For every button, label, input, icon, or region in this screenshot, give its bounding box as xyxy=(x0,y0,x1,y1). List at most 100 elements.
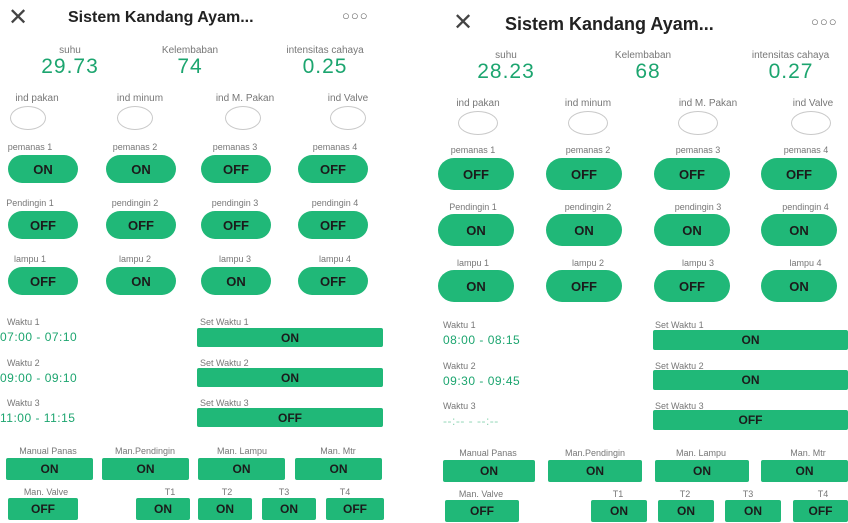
lampu-label: lampu 2 xyxy=(118,254,152,264)
set-waktu-1-toggle[interactable]: ON xyxy=(197,328,383,347)
pemanas-label: pemanas 1 xyxy=(7,142,53,152)
manual-label: Man. Lampu xyxy=(675,448,727,458)
pemanas-label: pemanas 3 xyxy=(675,145,721,155)
pemanas-1-toggle[interactable]: OFF xyxy=(438,158,514,190)
manual-panas-button[interactable]: ON xyxy=(443,460,535,482)
set-waktu-3-label: Set Waktu 3 xyxy=(200,398,249,408)
lampu-1-toggle[interactable]: ON xyxy=(438,270,514,302)
lampu-2-toggle[interactable]: ON xyxy=(106,267,176,295)
bottom-label: Man. Valve xyxy=(458,489,504,499)
pendingin-label: Pendingin 1 xyxy=(449,202,497,212)
indicator-label: ind pakan xyxy=(15,93,59,104)
sensor-value-intensitas: 0.27 xyxy=(768,60,814,83)
waktu-3-value[interactable]: --:-- - --:-- xyxy=(443,414,499,428)
manual-motor-button[interactable]: ON xyxy=(295,458,382,480)
waktu-2-value[interactable]: 09:30 - 09:45 xyxy=(443,374,520,388)
more-dots-icon[interactable]: ○○○ xyxy=(811,14,838,29)
t4-button[interactable]: OFF xyxy=(793,500,848,522)
waktu-2-label: Waktu 2 xyxy=(443,361,476,371)
set-waktu-2-toggle[interactable]: ON xyxy=(197,368,383,387)
pendingin-1-toggle[interactable]: OFF xyxy=(8,211,78,239)
t2-button[interactable]: ON xyxy=(198,498,252,520)
waktu-3-value[interactable]: 11:00 - 11:15 xyxy=(0,411,75,425)
manual-lampu-button[interactable]: ON xyxy=(655,460,749,482)
bottom-label: Man. Valve xyxy=(23,487,69,497)
indicator-label: ind Valve xyxy=(327,93,369,104)
close-icon[interactable]: ✕ xyxy=(8,3,28,31)
lampu-label: lampu 2 xyxy=(571,258,605,268)
pemanas-label: pemanas 4 xyxy=(783,145,829,155)
pemanas-label: pemanas 1 xyxy=(450,145,496,155)
pemanas-2-toggle[interactable]: OFF xyxy=(546,158,622,190)
waktu-1-label: Waktu 1 xyxy=(443,320,476,330)
manual-pendingin-button[interactable]: ON xyxy=(102,458,189,480)
set-waktu-3-toggle[interactable]: OFF xyxy=(197,408,383,427)
lampu-label: lampu 4 xyxy=(318,254,352,264)
t2-button[interactable]: ON xyxy=(658,500,714,522)
pendingin-3-toggle[interactable]: OFF xyxy=(201,211,271,239)
pendingin-1-toggle[interactable]: ON xyxy=(438,214,514,246)
sensor-value-suhu: 29.73 xyxy=(41,55,99,78)
pendingin-3-toggle[interactable]: ON xyxy=(654,214,730,246)
more-dots-icon[interactable]: ○○○ xyxy=(342,8,369,23)
manual-lampu-button[interactable]: ON xyxy=(198,458,285,480)
waktu-1-value[interactable]: 08:00 - 08:15 xyxy=(443,333,520,347)
indicator-label: ind M. Pakan xyxy=(215,93,275,104)
pendingin-2-toggle[interactable]: ON xyxy=(546,214,622,246)
indicator-led xyxy=(330,106,366,130)
t4-button[interactable]: OFF xyxy=(326,498,384,520)
pemanas-label: pemanas 2 xyxy=(112,142,158,152)
sensor-value-suhu: 28.23 xyxy=(477,60,535,83)
manual-motor-button[interactable]: ON xyxy=(761,460,848,482)
indicator-led xyxy=(225,106,261,130)
pemanas-3-toggle[interactable]: OFF xyxy=(201,155,271,183)
close-icon[interactable]: ✕ xyxy=(453,8,473,36)
t1-button[interactable]: ON xyxy=(591,500,647,522)
pemanas-label: pemanas 4 xyxy=(312,142,358,152)
pendingin-4-toggle[interactable]: OFF xyxy=(298,211,368,239)
pemanas-2-toggle[interactable]: ON xyxy=(106,155,176,183)
lampu-1-toggle[interactable]: OFF xyxy=(8,267,78,295)
pemanas-1-toggle[interactable]: ON xyxy=(8,155,78,183)
bottom-label: T1 xyxy=(164,487,176,497)
pendingin-4-toggle[interactable]: ON xyxy=(761,214,837,246)
t3-button[interactable]: ON xyxy=(262,498,316,520)
lampu-3-toggle[interactable]: ON xyxy=(201,267,271,295)
lampu-4-toggle[interactable]: ON xyxy=(761,270,837,302)
left-phone-screen: ✕ Sistem Kandang Ayam... ○○○ suhu Kelemb… xyxy=(0,0,396,523)
indicator-led xyxy=(791,111,831,135)
indicator-label: ind minum xyxy=(116,93,164,104)
sensor-value-intensitas: 0.25 xyxy=(302,55,348,78)
indicator-label: ind Valve xyxy=(792,98,834,109)
set-waktu-2-toggle[interactable]: ON xyxy=(653,370,848,390)
indicator-label: ind M. Pakan xyxy=(678,98,738,109)
pendingin-label: Pendingin 1 xyxy=(6,198,54,208)
t1-button[interactable]: ON xyxy=(136,498,190,520)
man-valve-button[interactable]: OFF xyxy=(445,500,519,522)
waktu-2-value[interactable]: 09:00 - 09:10 xyxy=(0,371,77,385)
t3-button[interactable]: ON xyxy=(725,500,781,522)
bottom-label: T1 xyxy=(612,489,624,499)
pemanas-4-toggle[interactable]: OFF xyxy=(761,158,837,190)
manual-pendingin-button[interactable]: ON xyxy=(548,460,642,482)
manual-label: Manual Panas xyxy=(459,448,517,458)
lampu-2-toggle[interactable]: OFF xyxy=(546,270,622,302)
pemanas-3-toggle[interactable]: OFF xyxy=(654,158,730,190)
manual-panas-button[interactable]: ON xyxy=(6,458,93,480)
waktu-1-value[interactable]: 07:00 - 07:10 xyxy=(0,330,77,344)
pendingin-2-toggle[interactable]: OFF xyxy=(106,211,176,239)
set-waktu-3-toggle[interactable]: OFF xyxy=(653,410,848,430)
lampu-4-toggle[interactable]: OFF xyxy=(298,267,368,295)
bottom-label: T4 xyxy=(817,489,829,499)
pendingin-label: pendingin 4 xyxy=(782,202,829,212)
set-waktu-1-toggle[interactable]: ON xyxy=(653,330,848,350)
pendingin-label: pendingin 2 xyxy=(564,202,612,212)
indicator-led xyxy=(568,111,608,135)
lampu-3-toggle[interactable]: OFF xyxy=(654,270,730,302)
pemanas-4-toggle[interactable]: OFF xyxy=(298,155,368,183)
manual-label: Man. Mtr xyxy=(320,446,356,456)
bottom-label: T4 xyxy=(339,487,351,497)
man-valve-button[interactable]: OFF xyxy=(8,498,78,520)
waktu-2-label: Waktu 2 xyxy=(7,358,40,368)
indicator-led xyxy=(10,106,46,130)
